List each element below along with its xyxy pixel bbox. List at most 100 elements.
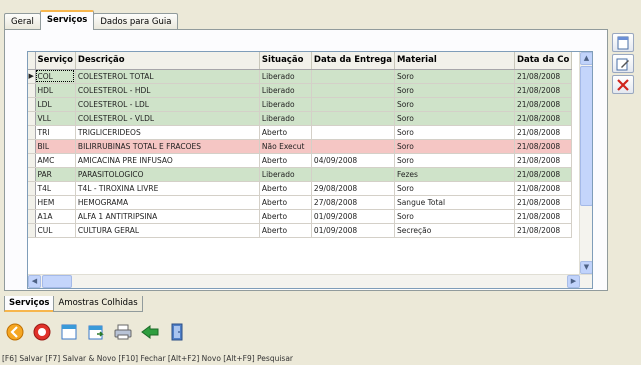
cell-servico[interactable]: BIL [35, 139, 76, 154]
cell-data-entrega[interactable] [311, 139, 395, 154]
cell-situacao[interactable]: Não Execut [259, 139, 312, 154]
scroll-left-arrow-icon[interactable]: ◀ [28, 275, 41, 288]
cell-data-coleta[interactable]: 21/08/2008 [514, 125, 573, 140]
cell-data-coleta[interactable]: 21/08/2008 [514, 167, 573, 182]
cell-material[interactable]: Soro [394, 69, 515, 84]
back-button[interactable] [4, 321, 26, 343]
cell-material[interactable]: Soro [394, 111, 515, 126]
move-document-button[interactable] [85, 321, 107, 343]
cell-data-coleta[interactable]: 21/08/2008 [514, 223, 573, 238]
cell-data-entrega[interactable]: 01/09/2008 [311, 209, 395, 224]
cell-data-coleta[interactable]: 21/08/2008 [514, 111, 573, 126]
cell-servico[interactable]: LDL [35, 97, 76, 112]
tab-amostras-colhidas[interactable]: Amostras Colhidas [53, 296, 143, 312]
cell-data-coleta[interactable]: 21/08/2008 [514, 195, 573, 210]
cell-descricao[interactable]: COLESTEROL - HDL [75, 83, 260, 98]
cell-data-entrega[interactable]: 01/09/2008 [311, 223, 395, 238]
cell-material[interactable]: Soro [394, 209, 515, 224]
cell-descricao[interactable]: HEMOGRAMA [75, 195, 260, 210]
table-row[interactable]: BIL BILIRRUBINAS TOTAL E FRACOES Não Execu… [28, 139, 573, 154]
cell-data-coleta[interactable]: 21/08/2008 [514, 83, 573, 98]
exit-button[interactable] [166, 321, 188, 343]
table-row[interactable]: LDL COLESTEROL - LDL Liberado Soro 21/08/200… [28, 97, 573, 112]
cell-servico[interactable]: CUL [35, 223, 76, 238]
cell-data-coleta[interactable]: 21/08/2008 [514, 153, 573, 168]
cell-data-coleta[interactable]: 21/08/2008 [514, 209, 573, 224]
table-row[interactable]: HDL COLESTEROL - HDL Liberado Soro 21/08/200… [28, 83, 573, 98]
cell-situacao[interactable]: Liberado [259, 97, 312, 112]
cell-servico[interactable]: HDL [35, 83, 76, 98]
cell-data-entrega[interactable] [311, 97, 395, 112]
col-header-data-entrega[interactable]: Data da Entrega [311, 52, 395, 70]
services-grid[interactable]: Serviço Descrição Situação Data da Entre… [27, 51, 593, 289]
cell-material[interactable]: Fezes [394, 167, 515, 182]
cell-situacao[interactable]: Liberado [259, 111, 312, 126]
cell-descricao[interactable]: AMICACINA PRE INFUSAO [75, 153, 260, 168]
cell-situacao[interactable]: Aberto [259, 209, 312, 224]
tab-servicos[interactable]: Serviços [39, 10, 95, 30]
cell-material[interactable]: Sangue Total [394, 195, 515, 210]
row-indicator[interactable] [28, 223, 36, 238]
cell-situacao[interactable]: Aberto [259, 223, 312, 238]
cell-situacao[interactable]: Aberto [259, 153, 312, 168]
cell-descricao[interactable]: COLESTEROL - LDL [75, 97, 260, 112]
cell-data-entrega[interactable] [311, 167, 395, 182]
print-button[interactable] [112, 321, 134, 343]
cell-descricao[interactable]: T4L - TIROXINA LIVRE [75, 181, 260, 196]
row-indicator[interactable] [28, 125, 36, 140]
cell-data-coleta[interactable]: 21/08/2008 [514, 97, 573, 112]
col-header-data-coleta[interactable]: Data da Co [514, 52, 573, 70]
table-row[interactable]: A1A ALFA 1 ANTITRIPSINA Aberto 01/09/2008 So… [28, 209, 573, 224]
open-document-button[interactable] [58, 321, 80, 343]
row-indicator[interactable] [28, 83, 36, 98]
row-indicator[interactable] [28, 139, 36, 154]
tab-dados-para-guia[interactable]: Dados para Guia [93, 13, 179, 30]
cell-data-coleta[interactable]: 21/08/2008 [514, 69, 573, 84]
row-indicator[interactable] [28, 111, 36, 126]
cell-descricao[interactable]: COLESTEROL TOTAL [75, 69, 260, 84]
cell-servico[interactable]: HEM [35, 195, 76, 210]
cell-situacao[interactable]: Aberto [259, 195, 312, 210]
table-row[interactable]: VLL COLESTEROL - VLDL Liberado Soro 21/08/20… [28, 111, 573, 126]
cell-servico[interactable]: T4L [35, 181, 76, 196]
cell-data-entrega[interactable] [311, 125, 395, 140]
cell-situacao[interactable]: Aberto [259, 181, 312, 196]
forward-button[interactable] [139, 321, 161, 343]
table-row[interactable]: AMC AMICACINA PRE INFUSAO Aberto 04/09/2008… [28, 153, 573, 168]
cell-situacao[interactable]: Aberto [259, 125, 312, 140]
cell-data-coleta[interactable]: 21/08/2008 [514, 139, 573, 154]
row-indicator[interactable] [28, 195, 36, 210]
cell-servico[interactable]: VLL [35, 111, 76, 126]
current-row-indicator-icon[interactable]: ▶ [28, 69, 36, 84]
delete-service-button[interactable] [612, 75, 634, 94]
table-row[interactable]: T4L T4L - TIROXINA LIVRE Aberto 29/08/2008 S… [28, 181, 573, 196]
cell-situacao[interactable]: Liberado [259, 69, 312, 84]
row-indicator[interactable] [28, 167, 36, 182]
scroll-up-arrow-icon[interactable]: ▲ [580, 52, 592, 65]
row-indicator[interactable] [28, 181, 36, 196]
cell-servico[interactable]: PAR [35, 167, 76, 182]
horizontal-scroll-thumb[interactable] [42, 275, 72, 288]
cell-descricao[interactable]: PARASITOLOGICO [75, 167, 260, 182]
table-row[interactable]: TRI TRIGLICERIDEOS Aberto Soro 21/08/2008 [28, 125, 573, 140]
col-header-descricao[interactable]: Descrição [75, 52, 260, 70]
vertical-scroll-thumb[interactable] [580, 66, 592, 206]
cell-data-entrega[interactable]: 04/09/2008 [311, 153, 395, 168]
table-row[interactable]: ▶ COL COLESTEROL TOTAL Liberado Soro 21/08/20… [28, 69, 573, 84]
cell-material[interactable]: Soro [394, 125, 515, 140]
cell-descricao[interactable]: TRIGLICERIDEOS [75, 125, 260, 140]
cell-situacao[interactable]: Liberado [259, 167, 312, 182]
cell-data-entrega[interactable] [311, 111, 395, 126]
cell-servico[interactable]: TRI [35, 125, 76, 140]
cell-material[interactable]: Soro [394, 139, 515, 154]
horizontal-scrollbar[interactable]: ◀ ▶ [28, 274, 592, 288]
cell-data-entrega[interactable] [311, 83, 395, 98]
row-indicator[interactable] [28, 209, 36, 224]
cell-data-entrega[interactable]: 29/08/2008 [311, 181, 395, 196]
cell-descricao[interactable]: COLESTEROL - VLDL [75, 111, 260, 126]
col-header-servico[interactable]: Serviço [35, 52, 76, 70]
row-indicator[interactable] [28, 153, 36, 168]
edit-service-button[interactable] [612, 54, 634, 73]
cell-data-entrega[interactable]: 27/08/2008 [311, 195, 395, 210]
tab-servicos-bottom[interactable]: Serviços [4, 296, 55, 312]
